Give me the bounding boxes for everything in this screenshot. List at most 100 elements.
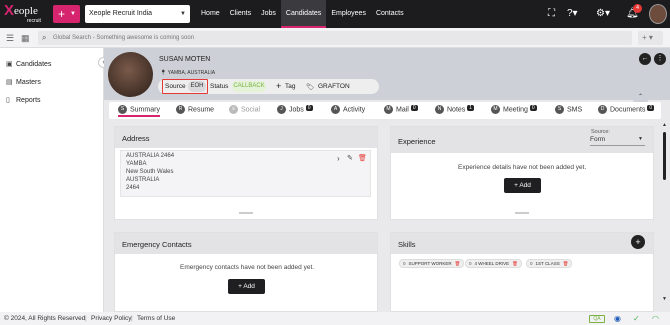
add-emergency-contact-button[interactable]: + Add <box>228 279 265 294</box>
gear-icon[interactable]: ⚙▾ <box>596 7 610 21</box>
tab-jobs[interactable]: J Jobs 0 <box>277 105 313 117</box>
tab-activity[interactable]: A Activity <box>331 105 365 117</box>
chevron-right-icon[interactable]: › <box>337 154 340 163</box>
share-icon: s <box>229 105 238 114</box>
sidebar: ▣ Candidates ▤ Masters ▯ Reports <box>0 48 104 312</box>
tab-count-badge: 1 <box>467 105 475 111</box>
grid-view-icon[interactable]: ▦ <box>21 33 30 44</box>
plus-icon[interactable]: + <box>276 81 281 91</box>
scroll-down-icon[interactable]: ▼ <box>662 296 667 302</box>
notification-badge: 4 <box>633 4 642 13</box>
candidate-photo <box>108 52 153 97</box>
add-skill-button[interactable]: + <box>631 235 645 249</box>
candidate-location-text: YAMBA, AUSTRALIA <box>167 70 216 76</box>
list-view-icon[interactable]: ☰ <box>6 33 14 44</box>
source-label: Source <box>165 83 186 90</box>
delete-icon[interactable]: 🗑︎ <box>563 261 569 266</box>
tab-resume[interactable]: R Resume <box>176 105 214 117</box>
add-dropdown-button[interactable]: + ▾ <box>638 31 663 45</box>
button-label: Add <box>243 283 255 290</box>
nav-candidates[interactable]: Candidates <box>280 0 327 28</box>
add-experience-button[interactable]: + Add <box>504 178 541 193</box>
back-button[interactable]: ← <box>639 53 651 65</box>
tab-label: Social <box>241 106 261 114</box>
tab-summary[interactable]: S Summary <box>118 105 160 117</box>
delete-icon[interactable]: 🗑︎ <box>455 261 461 266</box>
tab-label: Mail <box>396 106 409 114</box>
check-circle-icon[interactable]: ✓ <box>633 312 640 325</box>
more-options-button[interactable]: ⋮ <box>654 53 666 65</box>
experience-source-value: Form <box>590 136 606 143</box>
resize-handle[interactable] <box>239 212 253 214</box>
address-line: AUSTRALIA 2464 <box>126 153 175 159</box>
address-card-title: Address <box>115 127 377 148</box>
chevron-down-icon: ▼ <box>70 11 76 17</box>
skill-chip[interactable]: 04 WHEEL DRIVE 🗑︎ <box>465 259 522 268</box>
divider: | <box>85 315 87 322</box>
resume-icon: R <box>176 105 185 114</box>
nav-jobs[interactable]: Jobs <box>256 0 281 28</box>
edit-icon[interactable]: ✎ <box>347 154 353 162</box>
main-nav: Home Clients Jobs Candidates Employees C… <box>196 0 409 28</box>
global-search-input[interactable]: ⌕ Global Search - Something awesome is c… <box>38 31 632 45</box>
chevron-down-icon: ▼ <box>180 11 186 17</box>
nav-employees[interactable]: Employees <box>326 0 371 28</box>
nav-home[interactable]: Home <box>196 0 225 28</box>
privacy-policy-link[interactable]: Privacy Policy <box>91 312 131 325</box>
tab-count-badge: 0 <box>305 105 313 111</box>
tab-label: Resume <box>188 106 215 114</box>
delete-icon[interactable]: 🗑︎ <box>358 154 367 162</box>
skills-card: Skills <box>390 232 654 312</box>
tab-mail[interactable]: M Mail 0 <box>384 105 418 117</box>
nav-clients[interactable]: Clients <box>225 0 256 28</box>
address-line: YAMBA <box>126 161 147 167</box>
skill-chip[interactable]: 0 SUPPORT WORKER 🗑︎ <box>399 259 465 268</box>
logo-word: eople <box>14 5 38 17</box>
skill-count: 0 <box>403 261 406 266</box>
company-select[interactable]: Xeople Recruit India ▼ <box>85 5 190 23</box>
location-pin-icon: 📍︎ <box>160 70 168 76</box>
search-row: ☰ ▦ ⌕ Global Search - Something awesome … <box>0 28 670 48</box>
fullscreen-icon[interactable]: ⛶ <box>548 7 555 21</box>
chevron-down-icon: ▼ <box>638 136 643 142</box>
emergency-empty-text: Emergency contacts have not been added y… <box>180 264 315 271</box>
emergency-card-title: Emergency Contacts <box>115 233 377 254</box>
skills-card-title: Skills <box>391 233 653 254</box>
experience-source-select[interactable]: Form ▼ <box>590 136 645 146</box>
tab-social[interactable]: s Social <box>229 105 260 117</box>
notes-icon: N <box>435 105 444 114</box>
address-line: New South Wales <box>126 169 174 175</box>
sidebar-item-masters[interactable]: ▤ Masters <box>6 78 41 86</box>
tab-documents[interactable]: D Documents 0 <box>598 105 655 117</box>
user-circle-icon[interactable]: ◉ <box>614 312 621 325</box>
tab-notes[interactable]: N Notes 1 <box>435 105 475 117</box>
quick-add-button[interactable]: + ▼ <box>53 5 80 23</box>
tag-value: GRAFTON <box>318 83 350 90</box>
search-placeholder: Global Search - Something awesome is com… <box>53 35 195 41</box>
terms-of-use-link[interactable]: Terms of Use <box>137 312 175 325</box>
help-icon[interactable]: ?▾ <box>567 7 578 21</box>
xeople-logo[interactable]: X eople recruit <box>4 2 50 25</box>
status-badge[interactable]: CALLBACK <box>232 81 266 92</box>
tab-meeting[interactable]: M Meeting 0 <box>491 105 537 117</box>
collapse-header-button[interactable]: ⌃ <box>633 93 648 102</box>
resize-handle[interactable] <box>515 212 529 214</box>
user-avatar[interactable] <box>649 4 667 24</box>
profile-tabs: S Summary R Resume s Social J Jobs 0 A Activit… <box>109 102 661 119</box>
documents-icon: D <box>598 105 607 114</box>
source-value-badge[interactable]: EOH <box>188 81 206 92</box>
address-line: AUSTRALIA <box>126 177 160 183</box>
scrollbar-thumb[interactable] <box>663 132 666 180</box>
sidebar-item-candidates[interactable]: ▣ Candidates <box>6 60 51 68</box>
skill-chip[interactable]: 0 1ST CLASS 🗑︎ <box>526 259 573 268</box>
delete-icon[interactable]: 🗑︎ <box>512 261 518 266</box>
copyright-text: © 2024, All Rights Reserved <box>4 315 86 322</box>
nav-contacts[interactable]: Contacts <box>371 0 409 28</box>
scroll-up-icon[interactable]: ▲ <box>662 122 667 128</box>
sidebar-item-reports[interactable]: ▯ Reports <box>6 96 41 104</box>
tab-label: Documents <box>610 106 646 114</box>
tab-sms[interactable]: S SMS <box>555 105 582 117</box>
footer: © 2024, All Rights Reserved | Privacy Po… <box>0 312 670 325</box>
add-tag-button[interactable]: Tag <box>285 83 295 90</box>
button-label: Add <box>519 182 531 189</box>
